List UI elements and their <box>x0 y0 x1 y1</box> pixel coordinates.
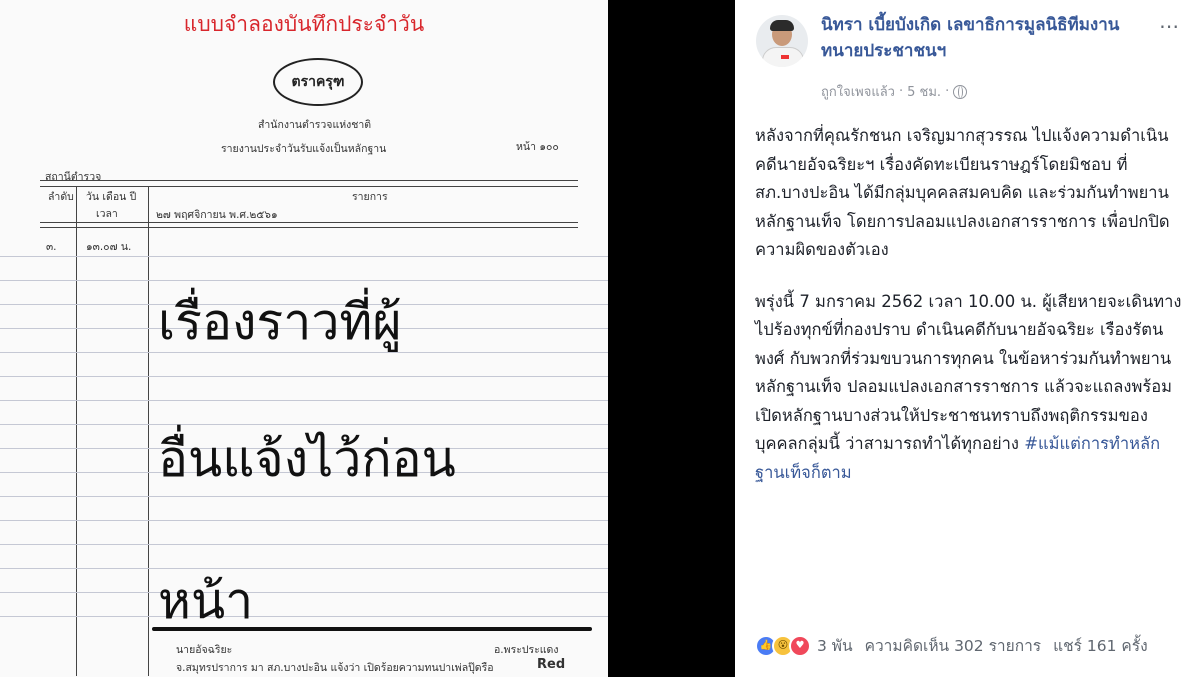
overlay-text-line-2: อื่นแจ้งไว้ก่อน <box>158 430 456 488</box>
agency-line-1: สำนักงานตำรวจแห่งชาติ <box>258 119 372 131</box>
column-header-items: รายการ <box>352 191 388 203</box>
row-number: ๓. <box>46 241 57 253</box>
post-body: หลังจากที่คุณรักชนก เจริญมากสุวรรณ ไปแจ้… <box>755 122 1187 510</box>
love-reaction-icon: ♥ <box>789 634 811 657</box>
underline-bar <box>152 627 592 631</box>
page-name-link[interactable]: นิทรา เบี้ยบังเกิด เลขาธิการมูลนิธิทีมงา… <box>821 12 1141 64</box>
column-header-date: วัน เดือน ปี <box>86 191 137 203</box>
more-options-icon[interactable]: ⋯ <box>1159 14 1180 38</box>
column-header-no: ลำดับ <box>48 191 74 203</box>
post-paragraph-2: พรุ่งนี้ 7 มกราคม 2562 เวลา 10.00 น. ผู้… <box>755 288 1187 488</box>
post-time[interactable]: 5 ชม. <box>907 81 941 102</box>
meta-separator: · <box>898 84 904 99</box>
row-time: ๑๓.๐๗ น. <box>86 241 132 253</box>
facebook-post: นิทรา เบี้ยบังเกิด เลขาธิการมูลนิธิทีมงา… <box>735 0 1200 677</box>
meta-separator: · <box>945 84 950 99</box>
overlay-text-line-1: เรื่องราวที่ผู้ <box>158 293 402 351</box>
station-label: สถานีตำรวจ <box>45 171 102 183</box>
bottom-word: Red <box>537 657 566 672</box>
agency-line-2: รายงานประจำวันรับแจ้งเป็นหลักฐาน <box>221 143 387 155</box>
post-meta: ถูกใจเพจแล้ว · 5 ชม. · <box>821 81 968 102</box>
bottom-line-2: จ.สมุทรปราการ มา สภ.บางปะอิน แจ้งว่า เปิ… <box>176 662 494 674</box>
reaction-icons[interactable]: 👍 😮 ♥ <box>755 634 811 657</box>
page-number-label: หน้า ๑๐๐ <box>516 141 559 153</box>
liked-page-label[interactable]: ถูกใจเพจแล้ว <box>821 81 895 102</box>
bottom-district: อ.พระประแดง <box>494 644 559 656</box>
globe-icon[interactable] <box>953 84 968 99</box>
page-avatar[interactable] <box>756 15 808 67</box>
reaction-count[interactable]: 3 พัน <box>817 633 853 658</box>
document-header-title: แบบจำลองบันทึกประจำวัน <box>183 12 425 36</box>
column-header-time: เวลา <box>96 208 118 220</box>
bottom-name: นายอัจฉริยะ <box>176 644 233 656</box>
post-footer: 👍 😮 ♥ 3 พัน ความคิดเห็น 302 รายการ แชร์ … <box>755 633 1195 658</box>
post-paragraph-1: หลังจากที่คุณรักชนก เจริญมากสุวรรณ ไปแจ้… <box>755 126 1170 259</box>
date-entry: ๒๗ พฤศจิกายน พ.ศ.๒๕๖๑ <box>156 209 278 221</box>
comments-count[interactable]: ความคิดเห็น 302 รายการ <box>865 633 1042 658</box>
document-photo: แบบจำลองบันทึกประจำวัน ตราครุฑ สำนักงานต… <box>0 0 608 677</box>
garuda-seal: ตราครุฑ <box>273 58 363 106</box>
shares-count[interactable]: แชร์ 161 ครั้ง <box>1053 633 1148 658</box>
post-paragraph-2-text: พรุ่งนี้ 7 มกราคม 2562 เวลา 10.00 น. ผู้… <box>755 291 1182 454</box>
